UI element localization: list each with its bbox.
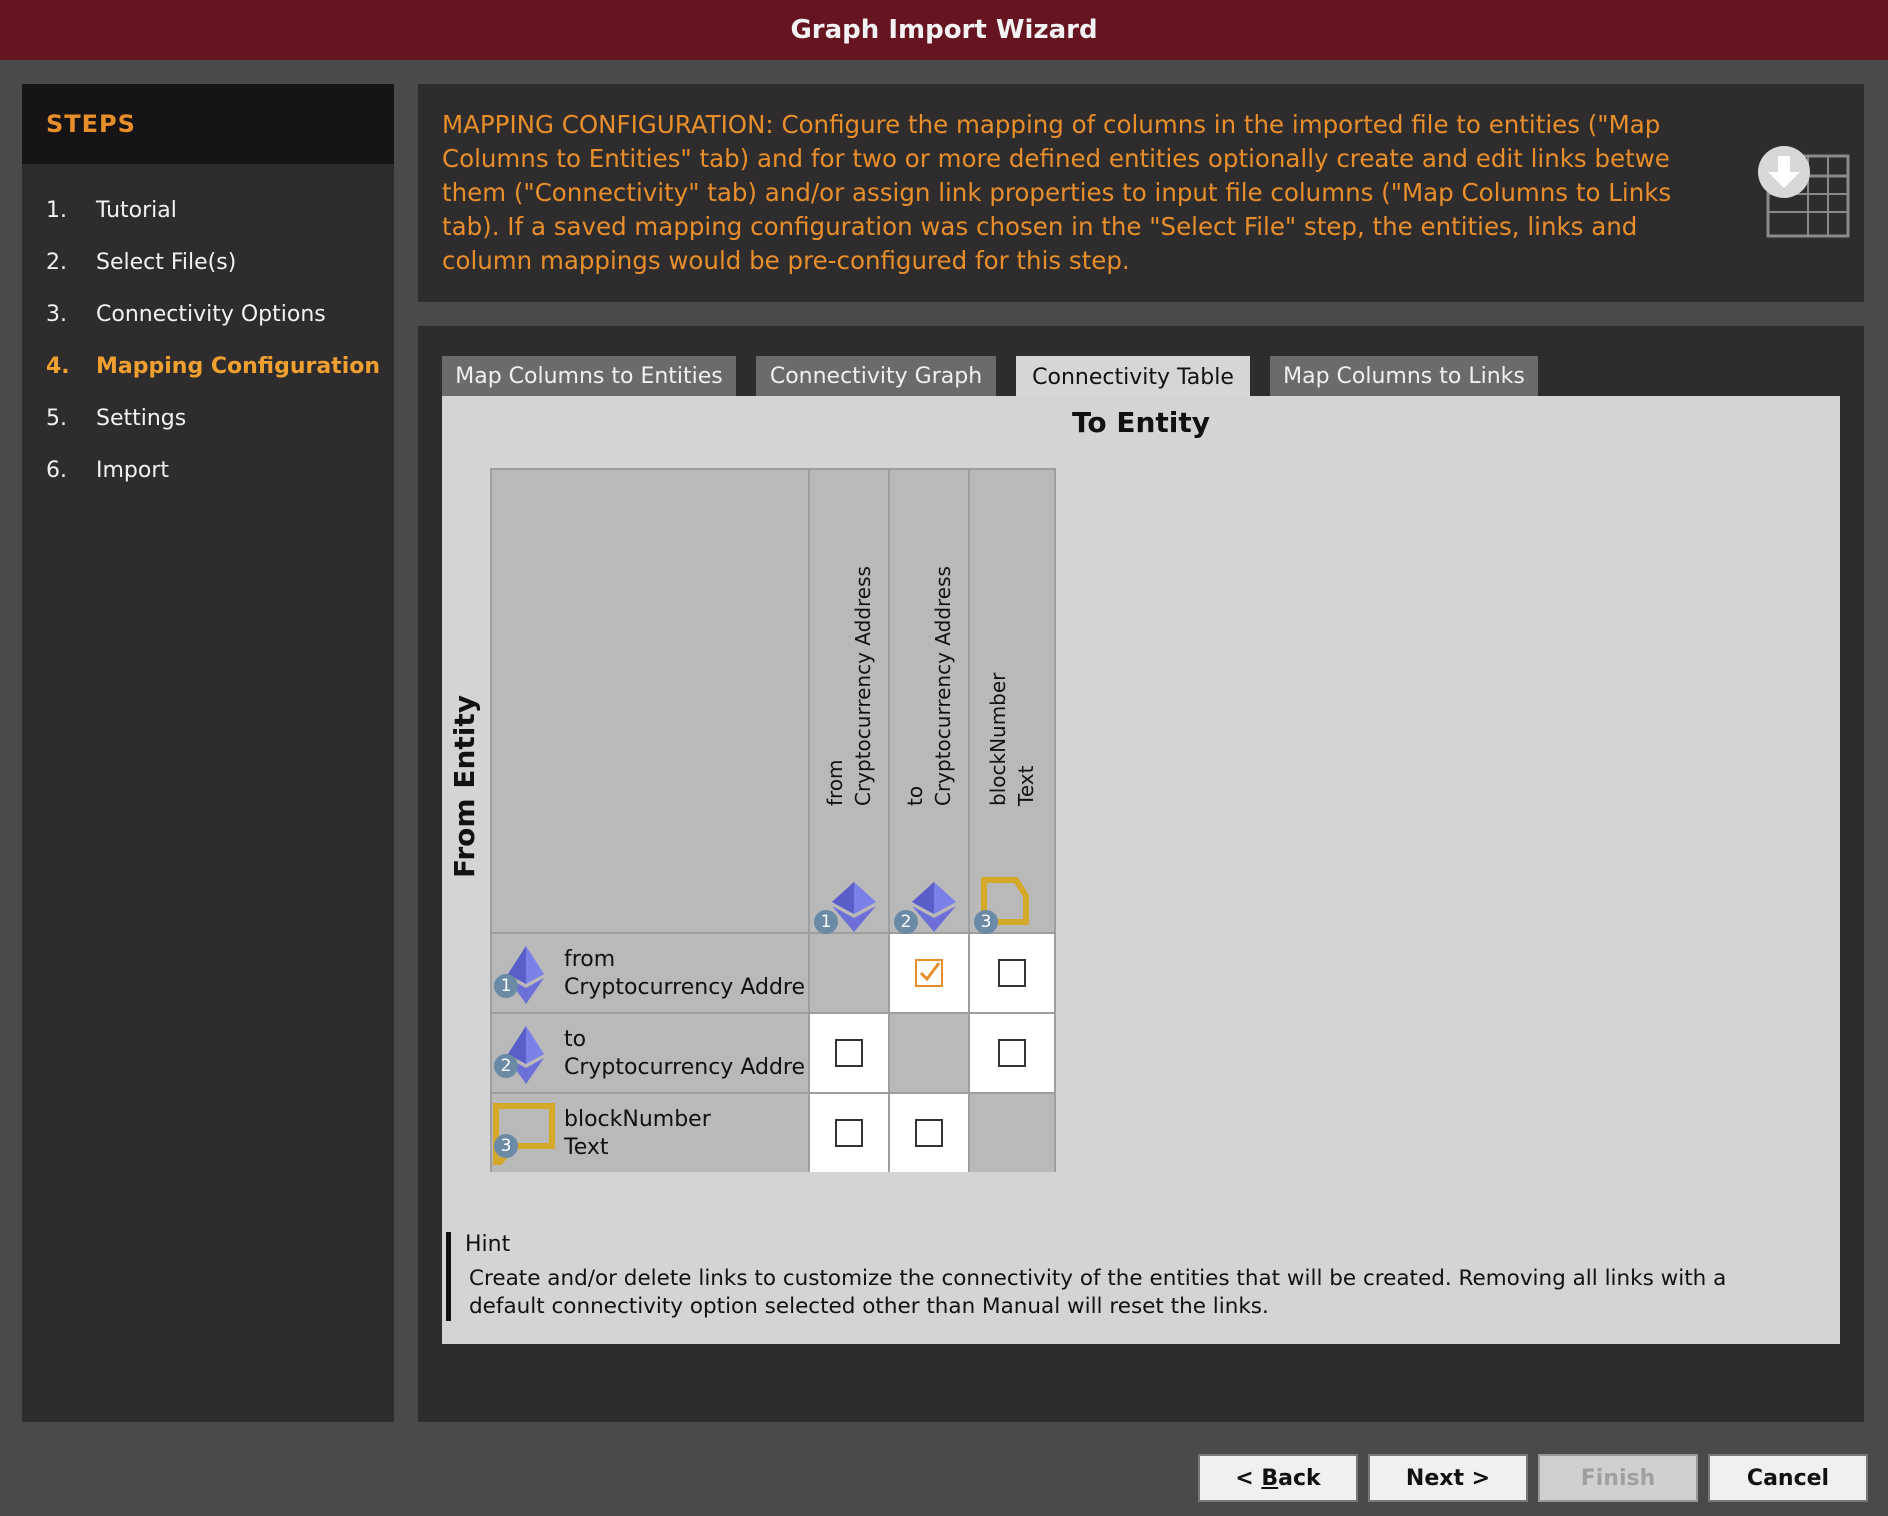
- matrix-cell: [970, 934, 1054, 1014]
- matrix-cell: [970, 1014, 1054, 1094]
- column-badge: 1: [814, 910, 838, 934]
- back-button-mnemonic: B: [1261, 1465, 1279, 1491]
- hint-box: Hint Create and/or delete links to custo…: [446, 1232, 1826, 1321]
- column-label: blockNumber Text: [986, 672, 1038, 806]
- step-import[interactable]: 6. Import: [22, 444, 394, 496]
- matrix-cell-diagonal: [970, 1094, 1054, 1172]
- row-header-3: 3 blockNumber Text: [492, 1094, 810, 1172]
- next-button[interactable]: Next >: [1368, 1454, 1528, 1502]
- matrix-cell-diagonal: [890, 1014, 970, 1094]
- step-label: Tutorial: [96, 197, 177, 223]
- table-import-icon: [1758, 146, 1850, 238]
- link-checkbox[interactable]: [835, 1119, 863, 1147]
- step-label: Import: [96, 457, 170, 483]
- row-label: to Cryptocurrency Addre: [564, 1027, 806, 1080]
- matrix-cell-diagonal: [810, 934, 890, 1014]
- link-checkbox[interactable]: [835, 1039, 863, 1067]
- row-label: blockNumber Text: [564, 1107, 711, 1160]
- step-number: 5.: [46, 405, 67, 431]
- tab-connectivity-graph[interactable]: Connectivity Graph: [756, 356, 996, 396]
- check-icon: [919, 962, 941, 982]
- step-settings[interactable]: 5. Settings: [22, 392, 394, 444]
- column-label: to Cryptocurrency Address: [903, 566, 955, 806]
- description-text: MAPPING CONFIGURATION: Configure the map…: [442, 110, 1672, 275]
- connectivity-table-content: To Entity From Entity from Cryptocurrenc…: [442, 396, 1840, 1344]
- steps-list: 1. Tutorial 2. Select File(s) 3. Connectivi…: [22, 164, 394, 496]
- matrix-cell: [890, 934, 970, 1014]
- back-button-prefix: <: [1235, 1465, 1262, 1491]
- link-checkbox[interactable]: [998, 959, 1026, 987]
- matrix-corner: [492, 470, 810, 934]
- step-label: Select File(s): [96, 249, 237, 275]
- row-header-2: 2 to Cryptocurrency Addre: [492, 1014, 810, 1094]
- step-number: 6.: [46, 457, 67, 483]
- step-select-files[interactable]: 2. Select File(s): [22, 236, 394, 288]
- back-button[interactable]: < Back: [1198, 1454, 1358, 1502]
- link-checkbox[interactable]: [915, 1119, 943, 1147]
- mapping-panel: Map Columns to Entities Connectivity Gra…: [418, 326, 1864, 1422]
- hint-title: Hint: [465, 1232, 511, 1257]
- tab-connectivity-table[interactable]: Connectivity Table: [1016, 356, 1250, 398]
- step-number: 3.: [46, 301, 67, 327]
- step-mapping-configuration[interactable]: 4. Mapping Configuration: [22, 340, 394, 392]
- row-badge: 1: [494, 974, 518, 998]
- steps-header: STEPS: [22, 84, 394, 164]
- matrix-cell: [810, 1094, 890, 1172]
- step-number: 1.: [46, 197, 67, 223]
- column-header-3: blockNumber Text 3: [970, 470, 1054, 934]
- from-entity-label: From Entity: [447, 694, 481, 878]
- to-entity-label: To Entity: [1071, 406, 1211, 439]
- column-badge: 3: [974, 910, 998, 934]
- column-label: from Cryptocurrency Address: [823, 566, 875, 806]
- step-tutorial[interactable]: 1. Tutorial: [22, 184, 394, 236]
- step-label: Connectivity Options: [96, 301, 326, 327]
- tab-map-columns-to-links[interactable]: Map Columns to Links: [1270, 356, 1538, 396]
- steps-panel: STEPS 1. Tutorial 2. Select File(s) 3. Conn…: [22, 84, 394, 1422]
- finish-button[interactable]: Finish: [1538, 1454, 1698, 1502]
- step-number: 4.: [46, 353, 70, 379]
- row-badge: 2: [494, 1054, 518, 1078]
- link-checkbox[interactable]: [998, 1039, 1026, 1067]
- step-connectivity-options[interactable]: 3. Connectivity Options: [22, 288, 394, 340]
- row-badge: 3: [494, 1134, 518, 1158]
- step-label: Mapping Configuration: [96, 353, 381, 379]
- connectivity-matrix: from Cryptocurrency Address 1 to Cryptoc…: [490, 468, 1056, 1172]
- matrix-cell: [890, 1094, 970, 1172]
- column-header-2: to Cryptocurrency Address 2: [890, 470, 970, 934]
- column-header-1: from Cryptocurrency Address 1: [810, 470, 890, 934]
- back-button-rest: ack: [1278, 1465, 1321, 1491]
- description-panel: MAPPING CONFIGURATION: Configure the map…: [418, 84, 1864, 302]
- step-number: 2.: [46, 249, 67, 275]
- link-checkbox-checked[interactable]: [915, 959, 943, 987]
- matrix-cell: [810, 1014, 890, 1094]
- step-label: Settings: [96, 405, 187, 431]
- row-header-1: 1 from Cryptocurrency Addre: [492, 934, 810, 1014]
- tab-map-columns-to-entities[interactable]: Map Columns to Entities: [442, 356, 736, 396]
- cancel-button[interactable]: Cancel: [1708, 1454, 1868, 1502]
- window-title: Graph Import Wizard: [0, 0, 1888, 60]
- column-badge: 2: [894, 910, 918, 934]
- row-label: from Cryptocurrency Addre: [564, 947, 806, 1000]
- hint-text: Create and/or delete links to customize …: [469, 1266, 1727, 1319]
- from-entity-label-wrapper: From Entity: [444, 694, 484, 878]
